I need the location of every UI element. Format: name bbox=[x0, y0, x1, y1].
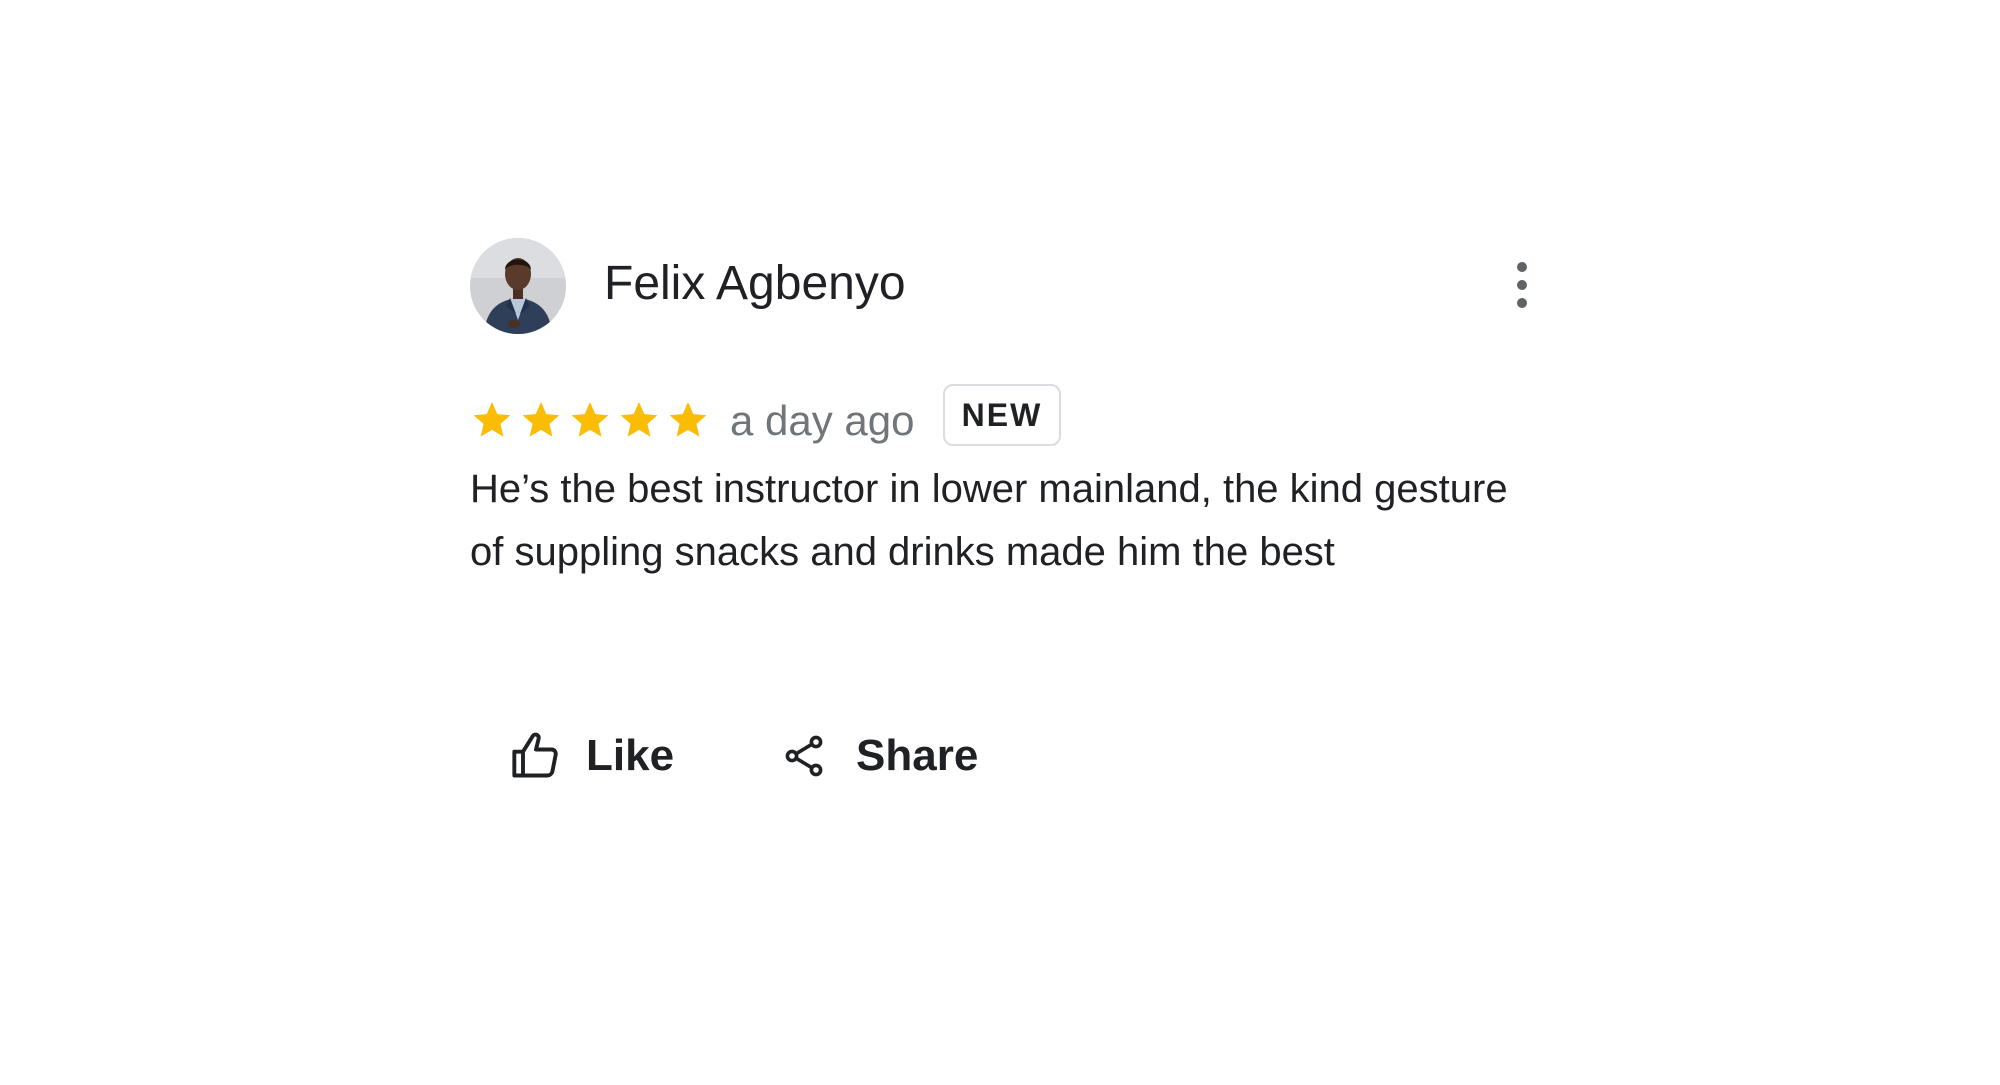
more-options-button[interactable] bbox=[1508, 260, 1538, 310]
star-icon bbox=[522, 402, 560, 437]
share-button[interactable]: Share bbox=[780, 726, 980, 786]
more-dot bbox=[1517, 298, 1527, 308]
new-badge: NEW bbox=[943, 384, 1061, 446]
star-icon bbox=[620, 402, 658, 437]
star-rating bbox=[470, 398, 710, 442]
review-card: Felix Agbenyo a day ago NEW He’s the bes… bbox=[470, 236, 1540, 796]
review-header: Felix Agbenyo bbox=[470, 236, 1540, 336]
star-icon bbox=[669, 402, 707, 437]
review-actions: Like Share bbox=[510, 726, 1210, 786]
star-icon bbox=[473, 402, 511, 437]
share-icon bbox=[785, 735, 823, 777]
star-icon bbox=[571, 402, 609, 437]
like-label: Like bbox=[586, 731, 675, 780]
more-dot bbox=[1517, 262, 1527, 272]
avatar-photo bbox=[470, 238, 566, 334]
avatar[interactable] bbox=[470, 238, 566, 334]
review-timestamp: a day ago bbox=[730, 397, 915, 444]
more-dot bbox=[1517, 280, 1527, 290]
thumb-up-icon bbox=[512, 732, 558, 778]
share-label: Share bbox=[856, 731, 979, 780]
reviewer-name[interactable]: Felix Agbenyo bbox=[604, 256, 906, 312]
review-text: He’s the best instructor in lower mainla… bbox=[470, 467, 1508, 574]
review-meta: a day ago NEW bbox=[470, 384, 1540, 454]
like-button[interactable]: Like bbox=[510, 726, 680, 786]
